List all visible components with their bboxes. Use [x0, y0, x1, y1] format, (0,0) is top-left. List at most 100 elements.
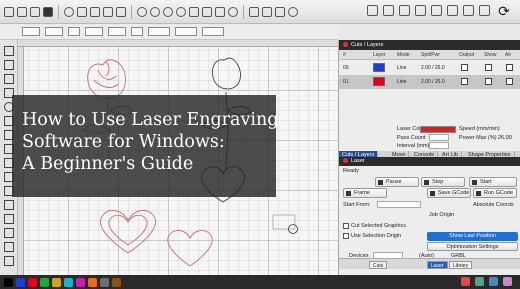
select-tool-icon[interactable] — [4, 46, 14, 56]
pass-count-field[interactable] — [429, 134, 449, 141]
laser-color-swatch[interactable] — [420, 126, 456, 133]
cut-selected-checkbox[interactable] — [343, 223, 349, 229]
tool-options-icon[interactable] — [4, 242, 14, 252]
trace-image-icon[interactable] — [202, 6, 212, 17]
save-gcode-button[interactable]: Save GCode — [427, 188, 471, 198]
show-checkbox[interactable] — [485, 64, 492, 71]
layer-color-swatch[interactable] — [373, 63, 385, 72]
frame-icon[interactable] — [189, 6, 199, 17]
output-checkbox[interactable] — [461, 64, 468, 71]
layer-mode[interactable]: Line — [397, 79, 406, 85]
align-left-icon[interactable] — [431, 5, 442, 16]
circular-array-icon[interactable] — [4, 200, 14, 210]
align-icon[interactable] — [249, 6, 259, 17]
zoom-page-icon[interactable] — [176, 6, 186, 17]
ungroup-icon[interactable] — [275, 6, 285, 17]
position-field[interactable] — [45, 27, 63, 36]
paste-icon[interactable] — [103, 6, 113, 17]
height-field[interactable] — [202, 27, 224, 36]
align-center-icon[interactable] — [447, 5, 458, 16]
size-field[interactable] — [108, 27, 126, 36]
start-from-select[interactable] — [377, 201, 421, 208]
target-icon[interactable] — [288, 6, 298, 17]
app-icon[interactable] — [489, 277, 498, 286]
line-tool-icon[interactable] — [4, 74, 14, 84]
panel-close-icon[interactable] — [343, 42, 348, 47]
palette-color-swatch[interactable] — [40, 277, 49, 287]
app-icon[interactable] — [503, 277, 512, 286]
zoom-in-icon[interactable] — [137, 6, 147, 17]
palette-color-swatch[interactable] — [88, 277, 97, 287]
tab-cuts[interactable]: Cuts — [369, 261, 388, 269]
use-selection-origin-checkbox[interactable] — [343, 233, 349, 239]
layer-color-swatch[interactable] — [373, 77, 385, 86]
open-file-icon[interactable] — [17, 6, 27, 17]
show-checkbox[interactable] — [485, 78, 492, 85]
start-from-value[interactable]: Absolute Coords — [473, 202, 514, 208]
tab-laser[interactable]: Laser — [427, 261, 448, 269]
selection-box[interactable] — [272, 214, 296, 230]
tab-library[interactable]: Library — [449, 261, 473, 269]
palette-color-swatch[interactable] — [76, 277, 85, 287]
align-right-icon[interactable] — [463, 5, 474, 16]
app-icon[interactable] — [461, 277, 470, 286]
palette-color-swatch[interactable] — [52, 277, 61, 287]
undo-icon[interactable] — [64, 6, 74, 17]
tabs-tool-icon[interactable] — [4, 228, 14, 238]
rotation-field[interactable] — [148, 27, 170, 36]
rotary-icon[interactable] — [228, 6, 238, 17]
palette-color-swatch[interactable] — [112, 277, 121, 287]
output-checkbox[interactable] — [461, 78, 468, 85]
palette-color-swatch[interactable] — [4, 277, 13, 287]
palette-color-swatch[interactable] — [100, 277, 109, 287]
refresh-icon[interactable]: ⟳ — [496, 3, 512, 19]
font-select[interactable] — [175, 27, 197, 36]
redo-icon[interactable] — [77, 6, 87, 17]
camera-icon[interactable] — [215, 6, 225, 17]
settings-icon[interactable] — [43, 6, 53, 17]
mirror-icon[interactable] — [399, 5, 410, 16]
panel-close-icon[interactable] — [343, 158, 348, 163]
palette-color-swatch[interactable] — [28, 277, 37, 287]
zoom-out-icon[interactable] — [150, 6, 160, 17]
delete-icon[interactable] — [116, 6, 126, 17]
layer-row[interactable]: 00 Line 2.00 / 26.0 — [339, 61, 520, 75]
save-file-icon[interactable] — [30, 6, 40, 17]
optimization-settings-button[interactable]: Optimization Settings — [427, 242, 518, 251]
palette-color-swatch[interactable] — [16, 277, 25, 287]
power-max-value[interactable]: 26.00 — [498, 135, 512, 141]
layer-row[interactable]: 01 Line 2.00 / 26.0 — [339, 75, 520, 89]
layer-mode[interactable]: Line — [397, 65, 406, 71]
units-select[interactable] — [131, 27, 143, 36]
show-last-position-button[interactable]: Show Last Position — [427, 232, 518, 241]
pause-icon — [378, 180, 383, 185]
air-checkbox[interactable] — [506, 78, 513, 85]
position-field[interactable] — [22, 27, 40, 36]
new-file-icon[interactable] — [4, 6, 14, 17]
frame-button[interactable]: Frame — [343, 188, 387, 198]
palette-color-swatch[interactable] — [64, 277, 73, 287]
copy-icon[interactable] — [90, 6, 100, 17]
app-icon[interactable] — [475, 277, 484, 286]
align-tool-icon[interactable] — [4, 256, 14, 266]
job-origin-label: Job Origin — [429, 212, 455, 218]
zoom-fit-icon[interactable] — [163, 6, 173, 17]
size-field[interactable] — [85, 27, 103, 36]
rotate-icon[interactable] — [415, 5, 426, 16]
overlay-title-line1: How to Use Laser Engraving — [22, 110, 279, 130]
edit-nodes-icon[interactable] — [4, 60, 14, 70]
flip-vertical-icon[interactable] — [383, 5, 394, 16]
interval-field[interactable] — [429, 142, 449, 149]
run-gcode-button[interactable]: Run GCode — [473, 188, 517, 198]
column-header: # — [343, 52, 346, 58]
position-laser-icon[interactable] — [4, 214, 14, 224]
air-checkbox[interactable] — [506, 64, 513, 71]
lock-toggle[interactable] — [68, 27, 80, 36]
distribute-icon[interactable] — [479, 5, 490, 16]
flip-horizontal-icon[interactable] — [367, 5, 378, 16]
start-button[interactable]: Start — [469, 177, 517, 187]
group-icon[interactable] — [262, 6, 272, 17]
stop-button[interactable]: Stop — [421, 177, 465, 187]
layers-panel-title: Cuts / Layers — [351, 42, 384, 48]
pause-button[interactable]: Pause — [375, 177, 419, 187]
